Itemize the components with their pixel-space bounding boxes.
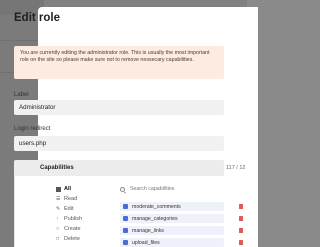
filter-label: Read: [64, 196, 78, 202]
capabilities-search[interactable]: Search capabilities: [120, 186, 174, 192]
filter-label: All: [64, 186, 72, 192]
trash-icon[interactable]: [239, 240, 243, 245]
trash-icon[interactable]: [239, 204, 243, 209]
capabilities-title: Capabilities: [40, 165, 74, 171]
create-icon: [56, 226, 61, 232]
filter-publish[interactable]: Publish: [56, 216, 83, 223]
checkbox[interactable]: [123, 216, 128, 221]
checkbox[interactable]: [123, 240, 128, 245]
capabilities-count: 117 / 12: [226, 165, 246, 171]
trash-icon[interactable]: [239, 216, 243, 221]
trash-icon[interactable]: [239, 228, 243, 233]
modal-title: Edit role: [14, 12, 61, 24]
capability-row[interactable]: manage_categories: [120, 214, 243, 223]
filter-all[interactable]: All: [56, 186, 71, 192]
filter-create[interactable]: Create: [56, 226, 81, 233]
filter-label: Edit: [64, 206, 74, 212]
capability-row[interactable]: upload_files: [120, 238, 243, 247]
filter-label: Delete: [64, 236, 80, 242]
search-placeholder: Search capabilities: [130, 186, 175, 192]
capability-name: manage_links: [132, 227, 165, 234]
edit-icon: [56, 206, 61, 212]
login-redirect-label: Login redirect: [14, 126, 51, 132]
filter-read[interactable]: Read: [56, 196, 78, 203]
publish-icon: [56, 216, 61, 222]
search-icon: [120, 186, 125, 192]
login-redirect-input[interactable]: users.php: [14, 136, 224, 151]
label-input[interactable]: Administrator: [14, 100, 224, 115]
capability-row[interactable]: manage_links: [120, 226, 243, 235]
read-icon: [56, 196, 61, 202]
capability-name: manage_categories: [132, 215, 178, 222]
filter-delete[interactable]: Delete: [56, 236, 80, 243]
checkbox[interactable]: [123, 204, 128, 209]
capability-row[interactable]: moderate_comments: [120, 202, 243, 211]
label-field-label: Label: [14, 92, 29, 98]
warning-alert: You are currently editing the administra…: [14, 46, 224, 79]
filter-label: Create: [64, 226, 81, 232]
delete-icon: [56, 236, 61, 242]
all-icon: [56, 186, 61, 192]
filter-label: Publish: [64, 216, 83, 222]
capability-name: upload_files: [132, 239, 160, 246]
capabilities-panel: [14, 176, 224, 247]
capability-name: moderate_comments: [132, 203, 181, 210]
alert-text: You are currently editing the administra…: [20, 50, 210, 64]
checkbox[interactable]: [123, 228, 128, 233]
filter-edit[interactable]: Edit: [56, 206, 74, 213]
